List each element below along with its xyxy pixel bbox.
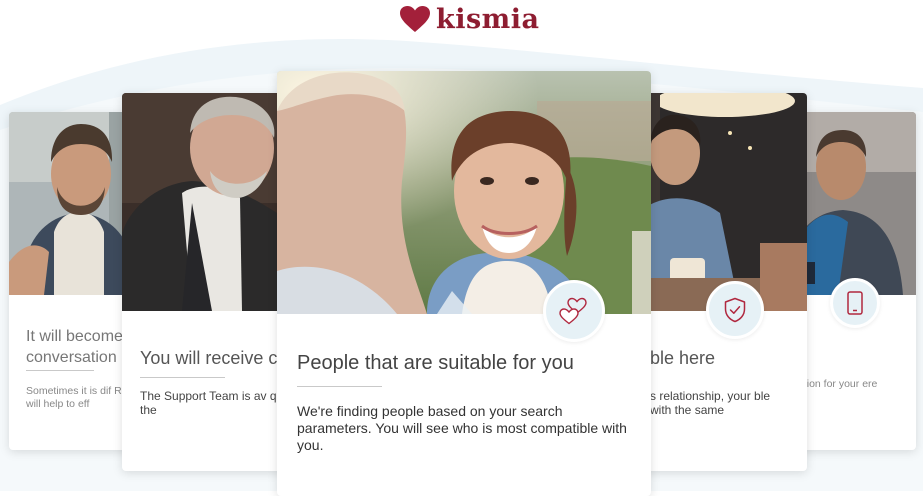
feature-card-safe-relationship: ble here s relationship, your ble with t… bbox=[630, 93, 807, 471]
card-photo-smiling-woman bbox=[277, 71, 651, 314]
card-description: We're finding people based on your searc… bbox=[297, 403, 627, 453]
card-description: s relationship, your ble with the same bbox=[650, 389, 771, 418]
title-divider bbox=[26, 370, 94, 371]
brand-name: kismia bbox=[436, 3, 540, 35]
title-divider bbox=[297, 386, 382, 387]
feature-card-support: You will receive c The Support Team is a… bbox=[122, 93, 292, 471]
two-hearts-badge bbox=[543, 280, 605, 342]
card-description: The Support Team is av question or sugge… bbox=[140, 389, 292, 418]
two-hearts-icon bbox=[559, 297, 587, 325]
card-photo-elderly-couple bbox=[122, 93, 292, 311]
card-description: rsion for your ere bbox=[798, 378, 878, 390]
card-title: ble here bbox=[650, 348, 716, 368]
title-divider bbox=[140, 377, 225, 378]
heart-logo-icon bbox=[400, 6, 430, 32]
feature-card-suitable-people: People that are suitable for you We're f… bbox=[277, 71, 651, 496]
card-title: People that are suitable for you bbox=[297, 352, 574, 374]
card-title: You will receive c bbox=[140, 348, 278, 368]
kismia-logo[interactable]: kismia bbox=[399, 2, 540, 36]
